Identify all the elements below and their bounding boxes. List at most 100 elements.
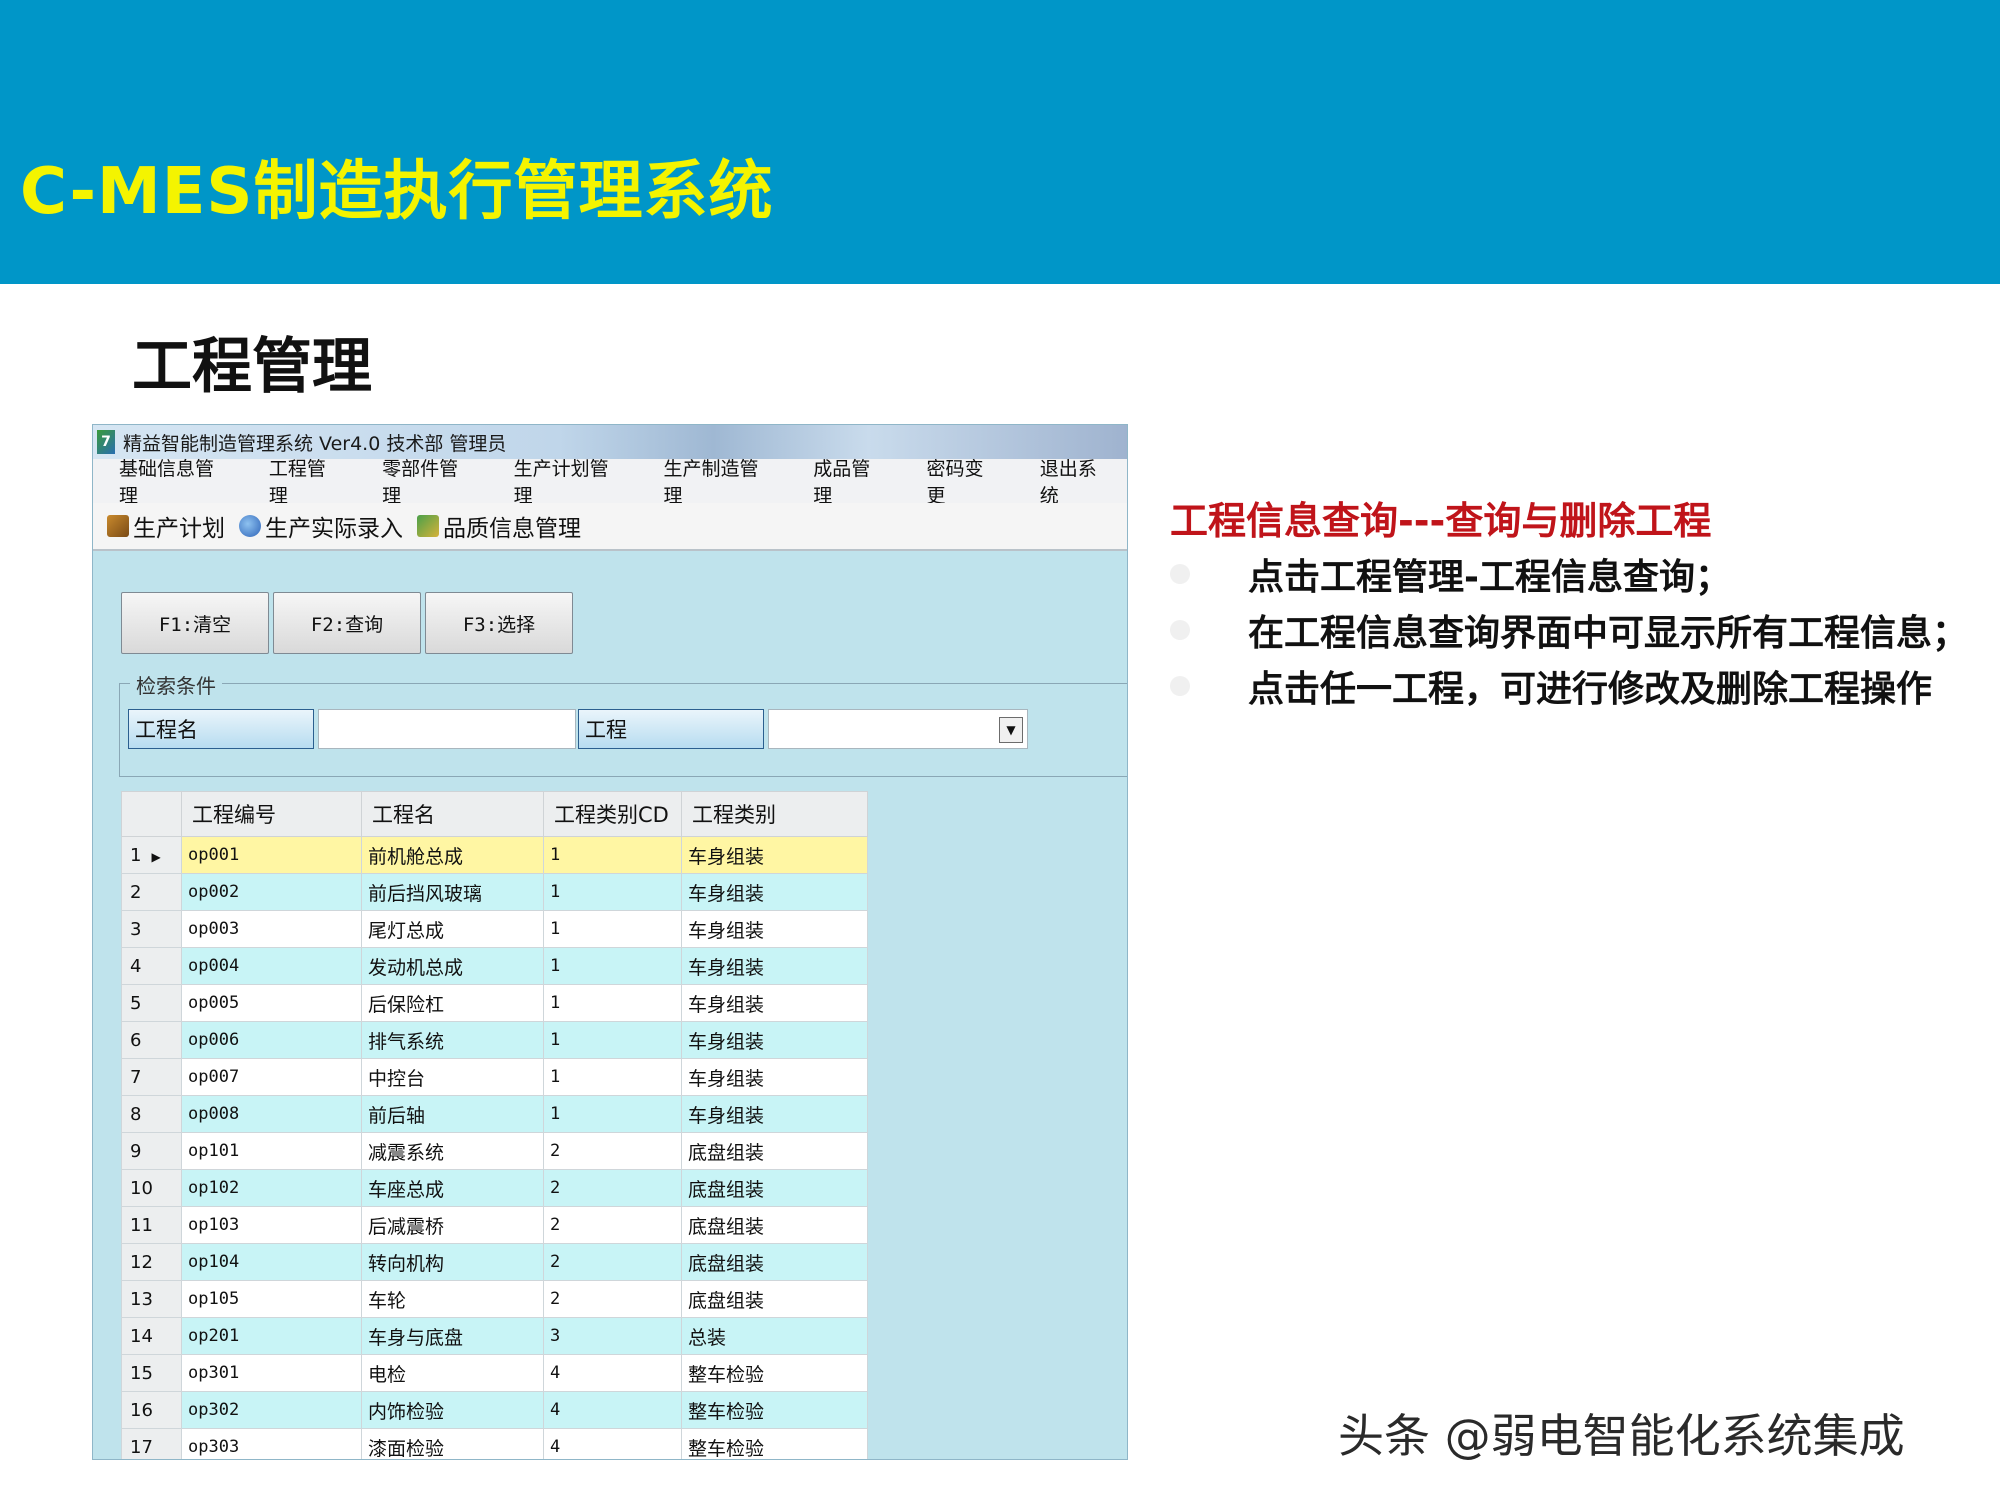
table-row[interactable]: 17 op303 漆面检验 4 整车检验 xyxy=(121,1428,868,1459)
cell-type[interactable]: 车身组装 xyxy=(681,836,868,874)
cell-type-cd[interactable]: 4 xyxy=(543,1354,682,1392)
table-row[interactable]: 16 op302 内饰检验 4 整车检验 xyxy=(121,1391,868,1429)
table-row[interactable]: 9 op101 减震系统 2 底盘组装 xyxy=(121,1132,868,1170)
chevron-down-icon[interactable]: ▼ xyxy=(999,717,1023,743)
menu-production-plan[interactable]: 生产计划管理 xyxy=(488,454,638,508)
cell-code[interactable]: op001 xyxy=(181,836,362,874)
table-row[interactable]: 6 op006 排气系统 1 车身组装 xyxy=(121,1021,868,1059)
cell-code[interactable]: op003 xyxy=(181,910,362,948)
cell-code[interactable]: op101 xyxy=(181,1132,362,1170)
cell-name[interactable]: 减震系统 xyxy=(361,1132,544,1170)
cell-code[interactable]: op008 xyxy=(181,1095,362,1133)
cell-type-cd[interactable]: 2 xyxy=(543,1132,682,1170)
table-row[interactable]: 1 ▶ op001 前机舱总成 1 车身组装 xyxy=(121,836,868,874)
cell-type-cd[interactable]: 1 xyxy=(543,910,682,948)
cell-type[interactable]: 车身组装 xyxy=(681,1021,868,1059)
cell-type[interactable]: 车身组装 xyxy=(681,1095,868,1133)
cell-code[interactable]: op005 xyxy=(181,984,362,1022)
cell-name[interactable]: 后保险杠 xyxy=(361,984,544,1022)
cell-type-cd[interactable]: 4 xyxy=(543,1428,682,1459)
table-row[interactable]: 8 op008 前后轴 1 车身组装 xyxy=(121,1095,868,1133)
cell-name[interactable]: 发动机总成 xyxy=(361,947,544,985)
cell-type[interactable]: 整车检验 xyxy=(681,1354,868,1392)
cell-type-cd[interactable]: 1 xyxy=(543,1021,682,1059)
table-row[interactable]: 11 op103 后减震桥 2 底盘组装 xyxy=(121,1206,868,1244)
cell-name[interactable]: 车座总成 xyxy=(361,1169,544,1207)
cell-code[interactable]: op007 xyxy=(181,1058,362,1096)
cell-type[interactable]: 底盘组装 xyxy=(681,1243,868,1281)
cell-code[interactable]: op303 xyxy=(181,1428,362,1459)
cell-type-cd[interactable]: 2 xyxy=(543,1280,682,1318)
cell-type[interactable]: 总装 xyxy=(681,1317,868,1355)
cell-type[interactable]: 车身组装 xyxy=(681,984,868,1022)
table-row[interactable]: 7 op007 中控台 1 车身组装 xyxy=(121,1058,868,1096)
clear-button[interactable]: F1:清空 xyxy=(121,592,269,654)
cell-name[interactable]: 电检 xyxy=(361,1354,544,1392)
cell-code[interactable]: op104 xyxy=(181,1243,362,1281)
cell-type[interactable]: 底盘组装 xyxy=(681,1132,868,1170)
cell-code[interactable]: op301 xyxy=(181,1354,362,1392)
table-row[interactable]: 13 op105 车轮 2 底盘组装 xyxy=(121,1280,868,1318)
cell-name[interactable]: 转向机构 xyxy=(361,1243,544,1281)
cell-type-cd[interactable]: 1 xyxy=(543,984,682,1022)
menu-project-management[interactable]: 工程管理 xyxy=(243,454,356,508)
cell-code[interactable]: op002 xyxy=(181,873,362,911)
cell-name[interactable]: 前机舱总成 xyxy=(361,836,544,874)
cell-code[interactable]: op103 xyxy=(181,1206,362,1244)
menu-basic-info[interactable]: 基础信息管理 xyxy=(93,454,243,508)
cell-type-cd[interactable]: 4 xyxy=(543,1391,682,1429)
cell-name[interactable]: 车轮 xyxy=(361,1280,544,1318)
cell-type[interactable]: 整车检验 xyxy=(681,1391,868,1429)
project-name-input[interactable] xyxy=(318,709,576,749)
cell-type-cd[interactable]: 1 xyxy=(543,873,682,911)
cell-type-cd[interactable]: 1 xyxy=(543,1058,682,1096)
table-row[interactable]: 10 op102 车座总成 2 底盘组装 xyxy=(121,1169,868,1207)
cell-name[interactable]: 后减震桥 xyxy=(361,1206,544,1244)
cell-type[interactable]: 整车检验 xyxy=(681,1428,868,1459)
cell-name[interactable]: 内饰检验 xyxy=(361,1391,544,1429)
toolbar-production-plan[interactable]: 生产计划 xyxy=(107,509,225,543)
cell-code[interactable]: op102 xyxy=(181,1169,362,1207)
cell-code[interactable]: op004 xyxy=(181,947,362,985)
query-button[interactable]: F2:查询 xyxy=(273,592,421,654)
cell-type-cd[interactable]: 1 xyxy=(543,1095,682,1133)
menu-parts-management[interactable]: 零部件管理 xyxy=(356,454,488,508)
cell-name[interactable]: 中控台 xyxy=(361,1058,544,1096)
column-header-code[interactable]: 工程编号 xyxy=(181,791,362,837)
menu-finished-goods[interactable]: 成品管理 xyxy=(787,454,900,508)
cell-type-cd[interactable]: 1 xyxy=(543,947,682,985)
table-row[interactable]: 3 op003 尾灯总成 1 车身组装 xyxy=(121,910,868,948)
cell-code[interactable]: op006 xyxy=(181,1021,362,1059)
cell-type[interactable]: 车身组装 xyxy=(681,873,868,911)
cell-type-cd[interactable]: 2 xyxy=(543,1243,682,1281)
cell-code[interactable]: op201 xyxy=(181,1317,362,1355)
select-button[interactable]: F3:选择 xyxy=(425,592,573,654)
column-header-type[interactable]: 工程类别 xyxy=(681,791,868,837)
cell-type[interactable]: 车身组装 xyxy=(681,1058,868,1096)
cell-type[interactable]: 车身组装 xyxy=(681,910,868,948)
cell-name[interactable]: 车身与底盘 xyxy=(361,1317,544,1355)
cell-type-cd[interactable]: 2 xyxy=(543,1169,682,1207)
column-header-name[interactable]: 工程名 xyxy=(361,791,544,837)
cell-type[interactable]: 车身组装 xyxy=(681,947,868,985)
table-row[interactable]: 4 op004 发动机总成 1 车身组装 xyxy=(121,947,868,985)
cell-code[interactable]: op302 xyxy=(181,1391,362,1429)
cell-type[interactable]: 底盘组装 xyxy=(681,1280,868,1318)
menu-exit[interactable]: 退出系统 xyxy=(1014,454,1127,508)
cell-code[interactable]: op105 xyxy=(181,1280,362,1318)
column-header-type-cd[interactable]: 工程类别CD xyxy=(543,791,682,837)
cell-name[interactable]: 前后轴 xyxy=(361,1095,544,1133)
table-row[interactable]: 14 op201 车身与底盘 3 总装 xyxy=(121,1317,868,1355)
cell-type-cd[interactable]: 1 xyxy=(543,836,682,874)
cell-type[interactable]: 底盘组装 xyxy=(681,1169,868,1207)
project-type-select[interactable]: ▼ xyxy=(768,709,1028,749)
table-row[interactable]: 12 op104 转向机构 2 底盘组装 xyxy=(121,1243,868,1281)
cell-type[interactable]: 底盘组装 xyxy=(681,1206,868,1244)
cell-name[interactable]: 排气系统 xyxy=(361,1021,544,1059)
cell-type-cd[interactable]: 3 xyxy=(543,1317,682,1355)
table-row[interactable]: 2 op002 前后挡风玻璃 1 车身组装 xyxy=(121,873,868,911)
toolbar-quality-info[interactable]: 品质信息管理 xyxy=(417,509,581,543)
menu-change-password[interactable]: 密码变更 xyxy=(901,454,1014,508)
menu-production-manufacturing[interactable]: 生产制造管理 xyxy=(637,454,787,508)
table-row[interactable]: 15 op301 电检 4 整车检验 xyxy=(121,1354,868,1392)
